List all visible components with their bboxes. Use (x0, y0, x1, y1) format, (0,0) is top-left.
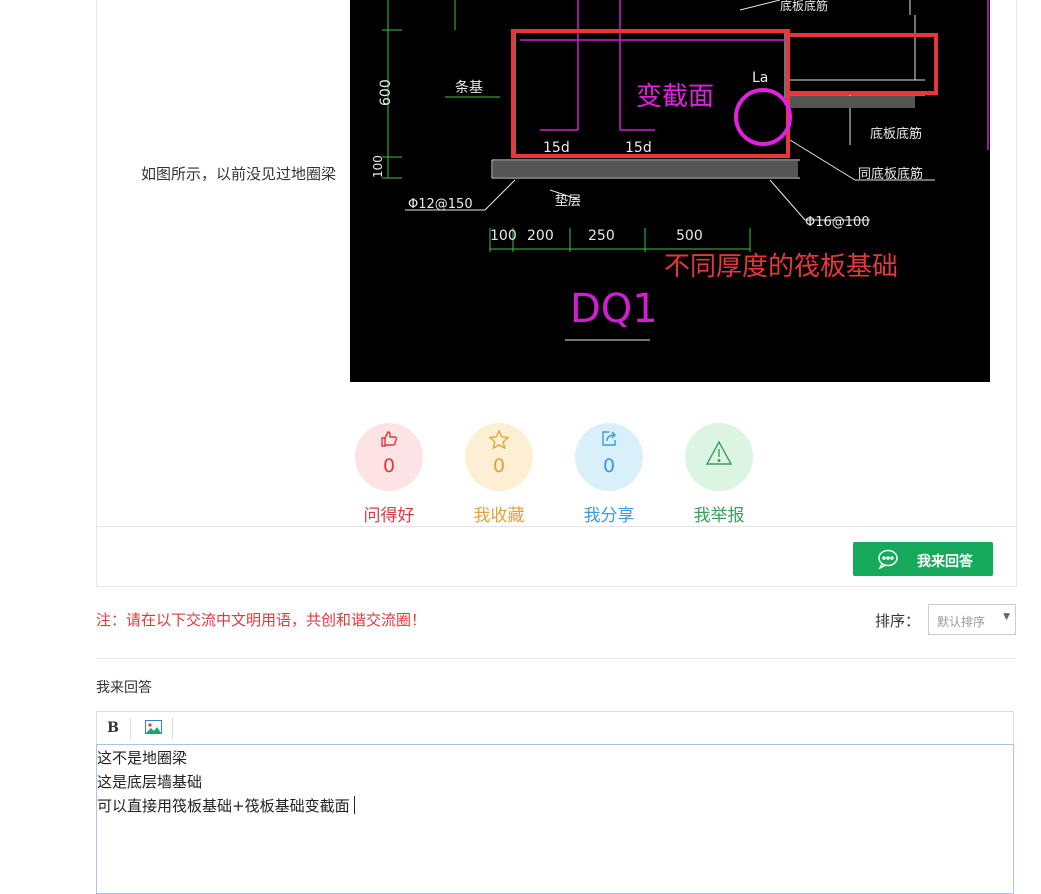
warning-icon (685, 440, 753, 470)
reply-textarea[interactable]: 这不是地圈梁 这是底层墙基础 可以直接用筏板基础+筏板基础变截面 (96, 744, 1014, 894)
sort-selected-value: 默认排序 (937, 615, 986, 629)
favorite-circle[interactable]: 0 (465, 423, 533, 491)
share-action[interactable]: 0 我分享 (554, 423, 664, 526)
star-icon (465, 429, 533, 455)
text-caret (353, 796, 355, 814)
like-count: 0 (382, 455, 396, 477)
share-count: 0 (602, 455, 616, 477)
reply-section-title: 我来回答 (96, 680, 152, 696)
sort-select[interactable]: 默认排序 ▼ (928, 604, 1016, 635)
like-circle[interactable]: 0 (355, 423, 423, 491)
sort-label: 排序： (875, 612, 921, 630)
dim-bottom-500: 500 (676, 228, 703, 244)
tong-diban-label: 同底板底筋 (858, 166, 923, 182)
answer-button-label: 我来回答 (917, 554, 973, 570)
reply-line-2: 这是底层墙基础 (97, 773, 203, 791)
share-label: 我分享 (583, 506, 635, 526)
question-caption: 如图所示，以前没见过地圈梁 (141, 165, 337, 183)
dianceng-label: 垫层 (555, 193, 581, 209)
cad-drawing-image: 600 100 条基 底板底筋 底板底筋 同底板底筋 垫层 Φ12@150 Φ1… (350, 0, 990, 382)
answer-button[interactable]: 我来回答 (853, 542, 993, 576)
reply-line-3-wrap: 可以直接用筏板基础+筏板基础变截面 (97, 794, 1013, 818)
section-change-label: 变截面 (636, 82, 714, 112)
image-icon (144, 720, 162, 736)
dim-600-label: 600 (378, 79, 394, 106)
toolbar-separator (172, 718, 173, 739)
thumbs-up-icon (355, 429, 423, 453)
dim-15d-b: 15d (625, 140, 652, 156)
chevron-down-icon: ▼ (1003, 612, 1010, 622)
share-icon (575, 429, 643, 453)
civility-notice: 注：请在以下交流中文明用语，共创和谐交流圈！ (96, 611, 427, 629)
share-circle[interactable]: 0 (575, 423, 643, 491)
report-action[interactable]: 我举报 (664, 423, 774, 526)
like-label: 问得好 (363, 506, 415, 526)
dq1-label: DQ1 (570, 286, 658, 332)
diban-top-label: 底板底筋 (780, 0, 828, 13)
favorite-label: 我收藏 (473, 506, 525, 526)
diban-dijin-label: 底板底筋 (870, 126, 922, 142)
tiaoji-label: 条基 (455, 79, 483, 96)
raft-foundation-label: 不同厚度的筏板基础 (664, 252, 898, 282)
la-label: La (752, 70, 768, 86)
chat-bubble-icon (877, 549, 899, 573)
toolbar-separator (130, 718, 131, 739)
insert-image-button[interactable] (137, 716, 169, 741)
dim-100-label: 100 (371, 155, 385, 178)
card-divider (96, 526, 1017, 527)
dim-bottom-100: 100 (490, 228, 517, 244)
like-action[interactable]: 0 问得好 (334, 423, 444, 526)
reply-line-1: 这不是地圈梁 (97, 749, 188, 767)
report-circle[interactable] (685, 423, 753, 491)
dim-bottom-250: 250 (588, 228, 615, 244)
reply-line-3: 可以直接用筏板基础+筏板基础变截面 (97, 797, 350, 815)
favorite-count: 0 (492, 455, 506, 477)
bold-button[interactable]: B (97, 716, 129, 741)
rebar-right-label: Φ16@100 (805, 215, 870, 230)
dim-bottom-200: 200 (527, 228, 554, 244)
favorite-action[interactable]: 0 我收藏 (444, 423, 554, 526)
rebar-left-label: Φ12@150 (408, 197, 473, 212)
dim-15d-a: 15d (543, 140, 570, 156)
section-divider (96, 658, 1016, 659)
editor-toolbar: B (96, 711, 1014, 744)
report-label: 我举报 (693, 506, 745, 526)
